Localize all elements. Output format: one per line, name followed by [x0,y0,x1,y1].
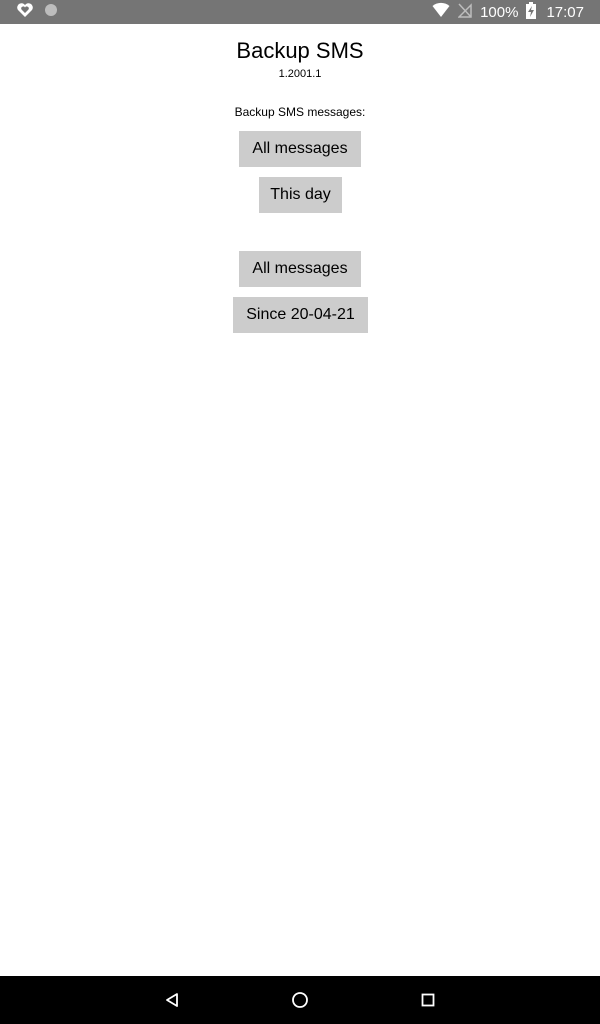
status-bar: 100% 17:07 [0,0,600,24]
status-clock: 17:07 [546,3,584,21]
app-title: Backup SMS [236,38,364,63]
status-right-icons: 100% 17:07 [432,0,584,24]
since-date-button[interactable]: Since 20-04-21 [233,297,368,333]
battery-charging-icon [526,1,537,23]
backup-this-day-button[interactable]: This day [259,177,342,213]
section-label: Backup SMS messages: [234,105,366,119]
home-icon[interactable] [288,988,312,1012]
all-messages-button[interactable]: All messages [239,251,361,287]
wifi-icon [432,2,450,22]
screen: 100% 17:07 Backup SMS 1.2001.1 Backup SM… [0,0,600,1024]
status-left-icons [16,2,58,23]
heart-shield-icon [16,2,34,23]
backup-all-messages-button[interactable]: All messages [239,131,361,167]
battery-percent: 100% [480,3,519,21]
navigation-bar [0,976,600,1024]
circle-notification-icon [44,3,58,22]
main-content: Backup SMS 1.2001.1 Backup SMS messages:… [0,24,600,976]
no-signal-icon [457,2,472,22]
app-version: 1.2001.1 [278,68,322,80]
back-icon[interactable] [160,988,184,1012]
recents-icon[interactable] [416,988,440,1012]
